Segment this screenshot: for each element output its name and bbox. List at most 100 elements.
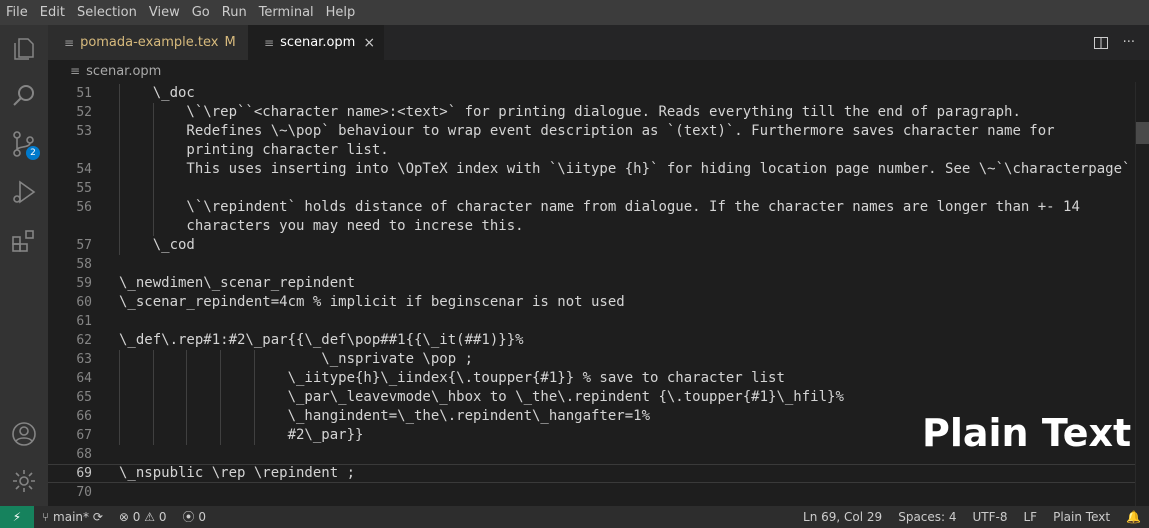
status-bar: ⚡ ⑂ main* ⟳ ⊗ 0 ⚠ 0 ⦿ 0 Ln 69, Col 29 Sp… [0, 506, 1149, 528]
ports-count: 0 [198, 510, 206, 524]
breadcrumb: ≡ scenar.opm [48, 60, 1149, 82]
code-text: characters you may need to increse this. [119, 218, 524, 234]
overlay-label: Plain Text [922, 411, 1132, 455]
line-number: 55 [76, 181, 92, 196]
line-number: 60 [76, 295, 92, 310]
menu-go[interactable]: Go [186, 0, 216, 25]
sync-icon[interactable]: ⟳ [93, 510, 103, 524]
code-line[interactable]: 52 \`\rep``<character name>:<text>` for … [48, 103, 1135, 122]
language-mode[interactable]: Plain Text [1045, 506, 1118, 528]
line-number: 67 [76, 428, 92, 443]
indent-guide [186, 350, 188, 445]
code-line[interactable]: 62 \_def\.rep#1:#2\_par{{\_def\pop##1{{\_… [48, 331, 1135, 350]
code-line[interactable]: 54 This uses inserting into \OpTeX index… [48, 160, 1135, 179]
warning-icon: ⚠ [144, 510, 156, 524]
menu-selection[interactable]: Selection [71, 0, 143, 25]
line-number: 56 [76, 200, 92, 215]
code-line[interactable]: 59 \_newdimen\_scenar_repindent [48, 274, 1135, 293]
error-icon: ⊗ [118, 510, 129, 524]
code-line[interactable]: 58 [48, 255, 1135, 274]
code-line[interactable]: 65 \_par\_leavevmode\_hbox to \_the\.rep… [48, 388, 1135, 407]
code-line[interactable]: 61 [48, 312, 1135, 331]
line-number: 69 [76, 466, 92, 481]
line-number: 68 [76, 447, 92, 462]
line-number: 62 [76, 333, 92, 348]
code-text: This uses inserting into \OpTeX index wi… [119, 161, 1131, 177]
branch-name: main* [53, 510, 90, 524]
line-number: 64 [76, 371, 92, 386]
indent-guide [119, 350, 120, 445]
code-text: \_hangindent=\_the\.repindent\_hangafter… [119, 408, 651, 424]
menu-help[interactable]: Help [320, 0, 362, 25]
line-number: 70 [76, 485, 92, 500]
code-text: \_par\_leavevmode\_hbox to \_the\.repind… [119, 389, 844, 405]
status-bar-right: Ln 69, Col 29 Spaces: 4 UTF-8 LF Plain T… [795, 506, 1149, 528]
tab-label: pomada-example.tex [80, 35, 219, 50]
more-actions-icon[interactable]: ··· [1123, 35, 1135, 50]
code-line[interactable]: 55 [48, 179, 1135, 198]
account-icon[interactable] [10, 420, 38, 448]
search-icon[interactable] [10, 82, 38, 110]
tab-scenar-opm[interactable]: ≡ scenar.opm × [248, 25, 384, 60]
indent-guide [220, 350, 222, 445]
menu-terminal[interactable]: Terminal [253, 0, 320, 25]
code-line[interactable]: 53 Redefines \~\pop` behaviour to wrap e… [48, 122, 1135, 141]
line-number: 54 [76, 162, 92, 177]
editor-actions: ··· [1093, 25, 1135, 60]
close-icon[interactable]: × [363, 35, 375, 51]
file-lines-icon: ≡ [64, 35, 75, 50]
menu-view[interactable]: View [143, 0, 186, 25]
encoding[interactable]: UTF-8 [965, 506, 1016, 528]
code-text: \_iitype{h}\_iindex{\.toupper{#1}} % sav… [119, 370, 785, 386]
cursor-position[interactable]: Ln 69, Col 29 [795, 506, 890, 528]
settings-gear-icon[interactable] [10, 467, 38, 495]
code-line[interactable]: 70 [48, 483, 1135, 502]
menu-bar: File Edit Selection View Go Run Terminal… [0, 0, 1149, 25]
code-line[interactable]: 51 \_doc [48, 84, 1135, 103]
file-lines-icon: ≡ [264, 35, 275, 50]
menu-run[interactable]: Run [216, 0, 253, 25]
code-line[interactable]: 64 \_iitype{h}\_iindex{\.toupper{#1}} % … [48, 369, 1135, 388]
code-text: \_newdimen\_scenar_repindent [119, 275, 356, 291]
indent-guide [152, 103, 154, 236]
file-lines-icon: ≡ [70, 64, 81, 78]
tab-pomada-example[interactable]: ≡ pomada-example.tex M [48, 25, 248, 60]
vertical-scrollbar[interactable] [1135, 82, 1149, 506]
warning-count: 0 [158, 510, 167, 524]
code-line[interactable]: printing character list. [48, 141, 1135, 160]
modified-indicator: M [224, 35, 236, 50]
breadcrumb-file[interactable]: scenar.opm [86, 64, 161, 79]
explorer-icon[interactable] [10, 35, 38, 63]
code-line[interactable]: 57 \_cod [48, 236, 1135, 255]
scrollbar-thumb[interactable] [1136, 122, 1149, 144]
split-editor-icon[interactable] [1093, 35, 1109, 51]
code-line[interactable]: 60 \_scenar_repindent=4cm % implicit if b… [48, 293, 1135, 312]
code-text: \`\rep``<character name>:<text>` for pri… [119, 104, 1021, 120]
line-number: 53 [76, 124, 92, 139]
menu-file[interactable]: File [0, 0, 34, 25]
line-number: 66 [76, 409, 92, 424]
line-number: 63 [76, 352, 92, 367]
extensions-icon[interactable] [10, 227, 38, 255]
notifications-bell-icon[interactable]: 🔔 [1118, 506, 1149, 528]
code-text: Redefines \~\pop` behaviour to wrap even… [119, 123, 1055, 139]
code-line[interactable]: characters you may need to increse this. [48, 217, 1135, 236]
error-count: 0 [132, 510, 141, 524]
problems-status[interactable]: ⊗ 0 ⚠ 0 [111, 506, 175, 528]
branch-icon: ⑂ [42, 510, 50, 524]
run-debug-icon[interactable] [10, 178, 38, 206]
broadcast-icon: ⦿ [182, 510, 195, 524]
code-text: \_nsprivate \pop ; [119, 351, 474, 367]
code-line[interactable]: 56 \`\repindent` holds distance of chara… [48, 198, 1135, 217]
eol[interactable]: LF [1016, 506, 1046, 528]
remote-icon[interactable]: ⚡ [0, 506, 34, 528]
code-text: #2\_par}} [119, 427, 364, 443]
code-line[interactable]: 63 \_nsprivate \pop ; [48, 350, 1135, 369]
branch-status[interactable]: ⑂ main* ⟳ [34, 506, 111, 528]
menu-edit[interactable]: Edit [34, 0, 71, 25]
code-line[interactable]: 69 \_nspublic \rep \repindent ; [48, 464, 1135, 483]
line-number: 57 [76, 238, 92, 253]
indentation[interactable]: Spaces: 4 [890, 506, 964, 528]
ports-status[interactable]: ⦿ 0 [175, 506, 214, 528]
indent-guide [119, 84, 120, 255]
